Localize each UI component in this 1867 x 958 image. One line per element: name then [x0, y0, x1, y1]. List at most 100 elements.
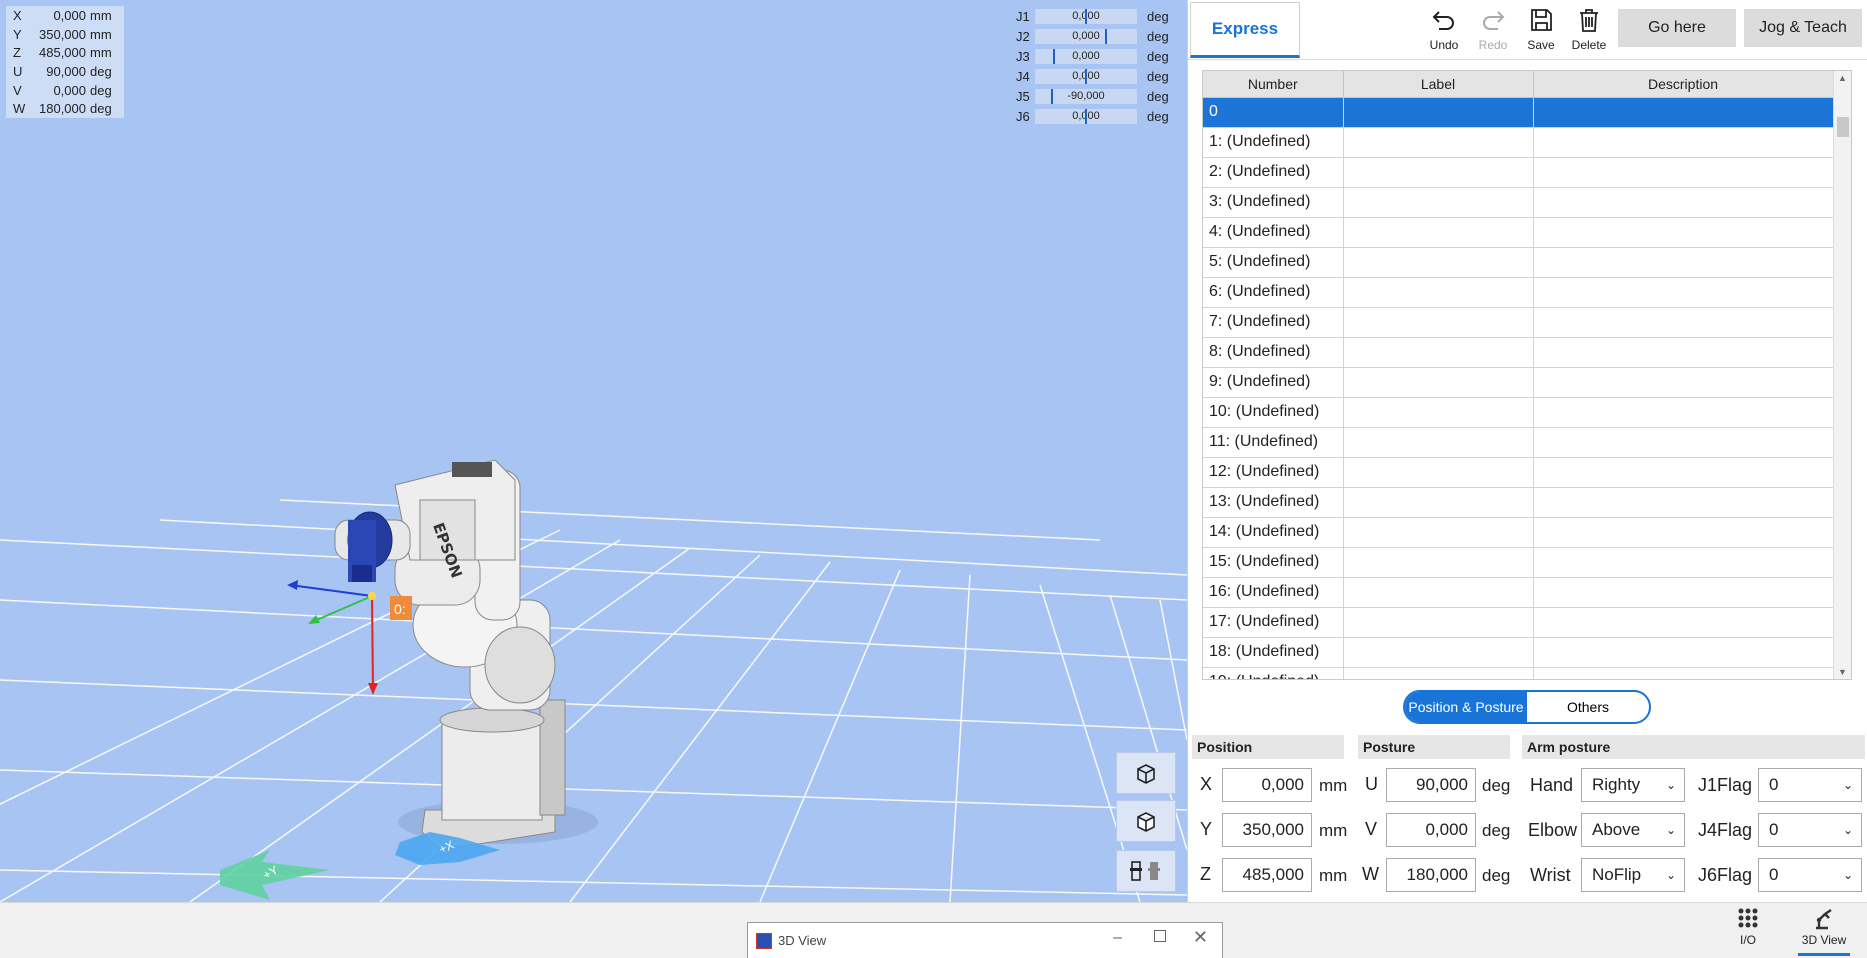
table-row[interactable]: 14: (Undefined): [1203, 517, 1834, 548]
cell-number[interactable]: 1: (Undefined): [1203, 127, 1344, 158]
cell-label[interactable]: [1343, 337, 1534, 368]
cell-number[interactable]: 14: (Undefined): [1203, 517, 1344, 548]
cell-description[interactable]: [1533, 547, 1834, 578]
table-row[interactable]: 16: (Undefined): [1203, 577, 1834, 608]
cell-label[interactable]: [1343, 547, 1534, 578]
cell-description[interactable]: [1533, 397, 1834, 428]
cell-label[interactable]: [1343, 637, 1534, 668]
scrollbar-thumb[interactable]: [1837, 117, 1849, 137]
points-table[interactable]: Number Label Description 0 1: (Undefined)…: [1202, 70, 1852, 680]
y-input[interactable]: 350,000: [1222, 813, 1312, 847]
minimize-icon[interactable]: –: [1113, 929, 1122, 947]
j1flag-select[interactable]: 0 ⌄: [1758, 768, 1862, 802]
cell-number[interactable]: 17: (Undefined): [1203, 607, 1344, 638]
j4flag-select[interactable]: 0 ⌄: [1758, 813, 1862, 847]
j6flag-select[interactable]: 0 ⌄: [1758, 858, 1862, 892]
view-iso-button[interactable]: [1116, 752, 1176, 794]
table-row[interactable]: 4: (Undefined): [1203, 217, 1834, 248]
cell-label[interactable]: [1343, 307, 1534, 338]
cell-label[interactable]: [1343, 577, 1534, 608]
elbow-select[interactable]: Above ⌄: [1581, 813, 1685, 847]
cell-number[interactable]: 18: (Undefined): [1203, 637, 1344, 668]
cell-number[interactable]: 5: (Undefined): [1203, 247, 1344, 278]
cell-number[interactable]: 8: (Undefined): [1203, 337, 1344, 368]
column-header[interactable]: Label: [1343, 71, 1534, 98]
cell-label[interactable]: [1343, 457, 1534, 488]
3d-viewport[interactable]: EPSON 0: +Y +X X 0,000 mm Y 350,000 mm Z 485,…: [0, 0, 1187, 902]
cell-number[interactable]: 12: (Undefined): [1203, 457, 1344, 488]
cell-label[interactable]: [1343, 397, 1534, 428]
maximize-icon[interactable]: [1154, 930, 1166, 942]
table-row[interactable]: 10: (Undefined): [1203, 397, 1834, 428]
view-side-button[interactable]: [1116, 800, 1176, 842]
undo-button[interactable]: Undo: [1421, 6, 1467, 52]
cell-number[interactable]: 16: (Undefined): [1203, 577, 1344, 608]
table-row[interactable]: 8: (Undefined): [1203, 337, 1834, 368]
3d-view-tab[interactable]: 3D View: [1798, 906, 1850, 956]
cell-description[interactable]: [1533, 127, 1834, 158]
cell-label[interactable]: [1343, 157, 1534, 188]
cell-number[interactable]: 11: (Undefined): [1203, 427, 1344, 458]
cell-number[interactable]: 10: (Undefined): [1203, 397, 1344, 428]
z-input[interactable]: 485,000: [1222, 858, 1312, 892]
cell-description[interactable]: [1533, 577, 1834, 608]
table-row[interactable]: 15: (Undefined): [1203, 547, 1834, 578]
cell-description[interactable]: [1533, 427, 1834, 458]
cell-description[interactable]: [1533, 637, 1834, 668]
cell-label[interactable]: [1343, 427, 1534, 458]
cell-description[interactable]: [1533, 457, 1834, 488]
cell-label[interactable]: [1343, 607, 1534, 638]
table-row[interactable]: 0: [1203, 97, 1834, 128]
cell-number[interactable]: 6: (Undefined): [1203, 277, 1344, 308]
cell-number[interactable]: 13: (Undefined): [1203, 487, 1344, 518]
cell-label[interactable]: [1343, 97, 1534, 128]
cell-number[interactable]: 9: (Undefined): [1203, 367, 1344, 398]
table-row[interactable]: 1: (Undefined): [1203, 127, 1834, 158]
io-tab[interactable]: I/O: [1722, 906, 1774, 947]
table-row[interactable]: 12: (Undefined): [1203, 457, 1834, 488]
cell-description[interactable]: [1533, 487, 1834, 518]
cell-label[interactable]: [1343, 247, 1534, 278]
cell-description[interactable]: [1533, 97, 1834, 128]
cell-number[interactable]: 2: (Undefined): [1203, 157, 1344, 188]
x-input[interactable]: 0,000: [1222, 768, 1312, 802]
table-row[interactable]: 13: (Undefined): [1203, 487, 1834, 518]
cell-description[interactable]: [1533, 607, 1834, 638]
cell-number[interactable]: 19: (Undefined): [1203, 667, 1344, 679]
cell-number[interactable]: 0: [1203, 97, 1344, 128]
table-row[interactable]: 2: (Undefined): [1203, 157, 1834, 188]
go-here-button[interactable]: Go here: [1618, 9, 1736, 47]
column-header[interactable]: Number: [1203, 71, 1344, 98]
cell-description[interactable]: [1533, 277, 1834, 308]
cell-label[interactable]: [1343, 487, 1534, 518]
cell-description[interactable]: [1533, 307, 1834, 338]
cell-number[interactable]: 4: (Undefined): [1203, 217, 1344, 248]
cell-description[interactable]: [1533, 667, 1834, 679]
cell-description[interactable]: [1533, 187, 1834, 218]
cell-description[interactable]: [1533, 247, 1834, 278]
cell-description[interactable]: [1533, 337, 1834, 368]
scene-canvas[interactable]: EPSON 0: +Y +X: [0, 0, 1187, 902]
cell-label[interactable]: [1343, 127, 1534, 158]
table-row[interactable]: 11: (Undefined): [1203, 427, 1834, 458]
table-row[interactable]: 18: (Undefined): [1203, 637, 1834, 668]
table-row[interactable]: 19: (Undefined): [1203, 667, 1834, 679]
cell-number[interactable]: 15: (Undefined): [1203, 547, 1344, 578]
table-row[interactable]: 5: (Undefined): [1203, 247, 1834, 278]
cell-description[interactable]: [1533, 517, 1834, 548]
cell-description[interactable]: [1533, 157, 1834, 188]
tab-express[interactable]: Express: [1190, 2, 1300, 58]
robot-display-button[interactable]: [1116, 850, 1176, 892]
table-row[interactable]: 6: (Undefined): [1203, 277, 1834, 308]
cell-label[interactable]: [1343, 667, 1534, 679]
table-row[interactable]: 3: (Undefined): [1203, 187, 1834, 218]
floating-3d-view-window[interactable]: 3D View – ✕: [747, 922, 1223, 958]
table-row[interactable]: 9: (Undefined): [1203, 367, 1834, 398]
table-scrollbar[interactable]: ▲ ▼: [1833, 71, 1851, 679]
table-row[interactable]: 7: (Undefined): [1203, 307, 1834, 338]
column-header[interactable]: Description: [1533, 71, 1834, 98]
wrist-select[interactable]: NoFlip ⌄: [1581, 858, 1685, 892]
cell-number[interactable]: 3: (Undefined): [1203, 187, 1344, 218]
v-input[interactable]: 0,000: [1386, 813, 1476, 847]
cell-label[interactable]: [1343, 367, 1534, 398]
